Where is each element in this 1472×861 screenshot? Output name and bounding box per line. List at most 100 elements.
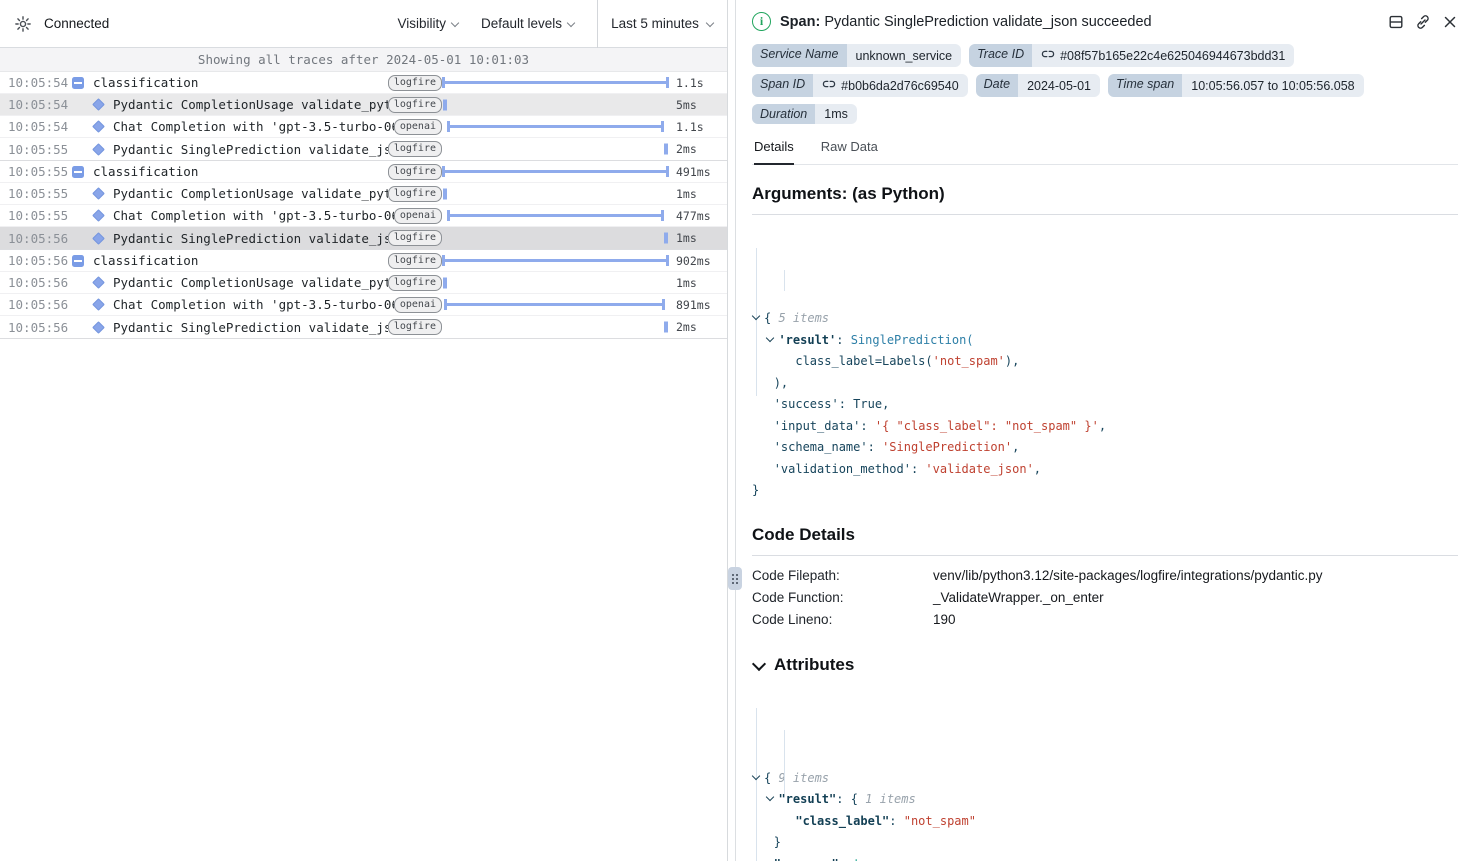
code-line: ),	[752, 373, 1458, 395]
trace-timestamp: 10:05:54	[8, 119, 72, 134]
attributes-toggle[interactable]: Attributes	[752, 655, 1458, 675]
code-detail-label: Code Lineno:	[752, 612, 933, 627]
span-diamond-icon	[72, 189, 113, 198]
gear-icon[interactable]	[14, 15, 32, 33]
duration-bar	[447, 125, 664, 128]
tab-raw-data[interactable]: Raw Data	[821, 139, 878, 164]
scope-badge: logfire	[388, 253, 442, 269]
metadata-badge: Duration 1ms	[752, 104, 857, 124]
tab-details[interactable]: Details	[754, 139, 794, 165]
link-icon[interactable]	[822, 77, 836, 94]
chevron-down-icon	[451, 20, 459, 28]
duration-label: 1ms	[669, 231, 727, 245]
duration-label: 2ms	[669, 320, 727, 334]
code-token: {	[764, 311, 778, 325]
time-range-dropdown[interactable]: Last 5 minutes	[597, 0, 727, 48]
close-icon[interactable]	[1442, 14, 1458, 30]
code-token: : True,	[839, 397, 890, 411]
collapse-chevron-icon[interactable]	[766, 334, 778, 344]
duration-label: 2ms	[669, 142, 727, 156]
metadata-badge[interactable]: Span ID#b0b6da2d76c69540	[752, 74, 968, 97]
arguments-python-tree: { 5 items 'result': SinglePrediction( cl…	[752, 222, 1458, 502]
scope-badge: openai	[394, 119, 442, 135]
code-line: 'schema_name': 'SinglePrediction',	[752, 437, 1458, 459]
trace-group: 10:05:55classificationlogfire491ms10:05:…	[0, 161, 727, 250]
metadata-badge-value: #08f57b165e22c4e625046944673bdd31	[1032, 44, 1294, 67]
code-line: "result": { 1 items	[752, 789, 1458, 811]
trace-group: 10:05:56classificationlogfire902ms10:05:…	[0, 250, 727, 339]
span-detail-panel: i Span: Pydantic SinglePrediction valida…	[743, 0, 1472, 861]
trace-row[interactable]: 10:05:56Chat Completion with 'gpt-3.5-tu…	[0, 294, 727, 316]
span-diamond-icon	[72, 100, 113, 109]
code-token: 'success'	[774, 397, 839, 411]
scope-badge: logfire	[388, 75, 442, 91]
collapse-icon[interactable]	[72, 77, 93, 89]
code-line: class_label=Labels('not_spam'),	[752, 351, 1458, 373]
metadata-badge-label: Duration	[752, 104, 815, 124]
code-detail-value: venv/lib/python3.12/site-packages/logfir…	[933, 568, 1322, 583]
code-token: 5 items	[778, 311, 829, 325]
scope-badge-label: openai	[394, 208, 442, 224]
split-panel-icon[interactable]	[1388, 14, 1404, 30]
metadata-badge-label: Time span	[1108, 74, 1182, 97]
chevron-down-icon	[567, 20, 575, 28]
metadata-badge-value: #b0b6da2d76c69540	[813, 74, 967, 97]
trace-row[interactable]: 10:05:55Chat Completion with 'gpt-3.5-tu…	[0, 205, 727, 227]
trace-row[interactable]: 10:05:54Chat Completion with 'gpt-3.5-tu…	[0, 116, 727, 138]
duration-bar	[444, 303, 665, 306]
code-token: :	[839, 857, 853, 861]
span-header: i Span: Pydantic SinglePrediction valida…	[752, 12, 1458, 31]
code-detail-row: Code Lineno:190	[752, 609, 1458, 631]
span-diamond-icon	[72, 122, 113, 131]
indent-guide	[756, 708, 757, 861]
duration-bar-track	[442, 94, 669, 116]
code-detail-label: Code Function:	[752, 590, 933, 605]
collapse-chevron-icon[interactable]	[766, 793, 778, 803]
trace-row[interactable]: 10:05:56classificationlogfire902ms	[0, 250, 727, 272]
trace-timestamp: 10:05:55	[8, 164, 72, 179]
trace-list: 10:05:54classificationlogfire1.1s10:05:5…	[0, 72, 727, 861]
metadata-badge: Date2024-05-01	[976, 74, 1100, 97]
span-diamond-icon	[72, 211, 113, 220]
span-metadata-badges: Service Nameunknown_serviceTrace ID#08f5…	[752, 44, 1458, 124]
link-icon[interactable]	[1041, 47, 1055, 64]
code-details-table: Code Filepath:venv/lib/python3.12/site-p…	[752, 565, 1458, 631]
copy-link-icon[interactable]	[1415, 14, 1431, 30]
trace-row[interactable]: 10:05:55classificationlogfire491ms	[0, 161, 727, 183]
metadata-badge-value: 2024-05-01	[1018, 74, 1100, 97]
code-token: 'validation_method'	[774, 462, 911, 476]
code-token: : {	[836, 792, 865, 806]
collapse-icon[interactable]	[72, 166, 93, 178]
trace-row[interactable]: 10:05:56Pydantic CompletionUsage validat…	[0, 272, 727, 294]
duration-bar-track	[442, 272, 669, 294]
duration-tick	[443, 277, 447, 288]
default-levels-dropdown[interactable]: Default levels	[481, 16, 575, 31]
collapse-chevron-icon[interactable]	[752, 312, 764, 322]
scope-badge-label: logfire	[388, 141, 442, 157]
visibility-dropdown[interactable]: Visibility	[397, 16, 459, 31]
trace-row[interactable]: 10:05:56Pydantic SinglePrediction valida…	[0, 227, 727, 249]
collapse-icon[interactable]	[72, 255, 93, 267]
trace-row[interactable]: 10:05:55Pydantic CompletionUsage validat…	[0, 183, 727, 205]
scope-badge-label: openai	[394, 119, 442, 135]
trace-row[interactable]: 10:05:54classificationlogfire1.1s	[0, 72, 727, 94]
duration-label: 891ms	[669, 298, 727, 312]
trace-row[interactable]: 10:05:55Pydantic SinglePrediction valida…	[0, 138, 727, 160]
duration-tick	[664, 144, 668, 155]
trace-label: classification	[93, 253, 388, 268]
code-line: { 5 items	[752, 308, 1458, 330]
scope-badge: logfire	[388, 97, 442, 113]
collapse-chevron-icon[interactable]	[752, 772, 764, 782]
splitter-drag-handle-icon[interactable]	[728, 567, 742, 590]
trace-timestamp: 10:05:54	[8, 75, 72, 90]
trace-row[interactable]: 10:05:56Pydantic SinglePrediction valida…	[0, 316, 727, 338]
metadata-badge[interactable]: Trace ID#08f57b165e22c4e625046944673bdd3…	[969, 44, 1294, 67]
duration-label: 1.1s	[669, 76, 727, 90]
connection-status: Connected	[44, 16, 109, 31]
metadata-badge-label: Span ID	[752, 74, 813, 97]
metadata-badge-text: 1ms	[824, 107, 848, 121]
indent-guide	[784, 730, 785, 794]
trace-row[interactable]: 10:05:54Pydantic CompletionUsage validat…	[0, 94, 727, 116]
scope-badge-label: openai	[394, 297, 442, 313]
code-token: 'SinglePrediction'	[882, 440, 1012, 454]
